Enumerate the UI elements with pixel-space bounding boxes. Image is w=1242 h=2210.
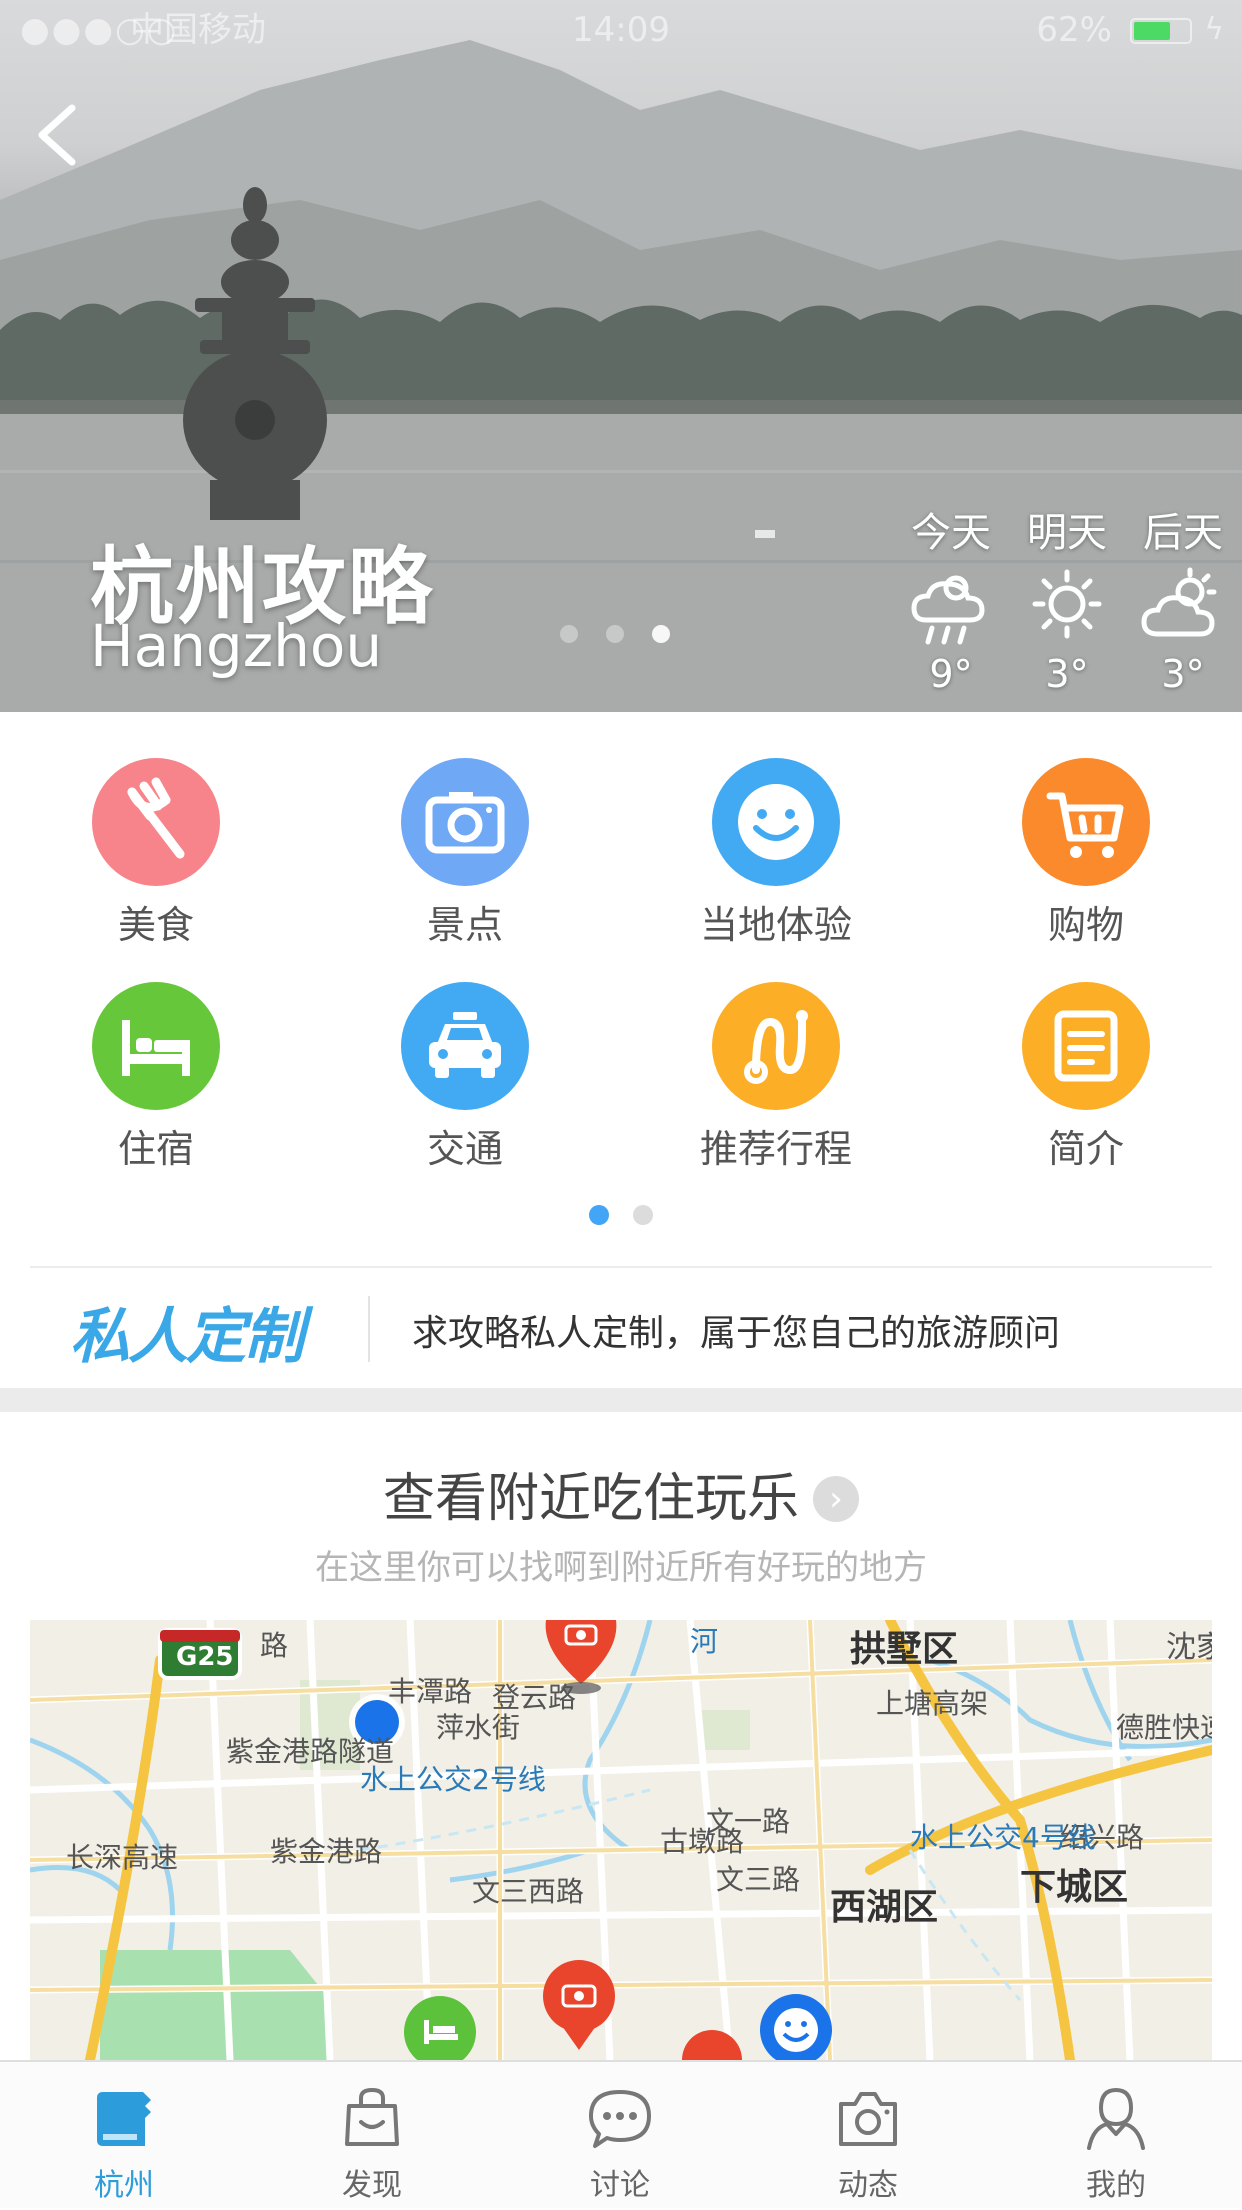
map-label-wensan: 文三路 — [716, 1863, 801, 1896]
map-label-gudun: 古墩路 — [660, 1825, 745, 1858]
camera-icon — [839, 2092, 897, 2146]
tab-label: 杭州 — [94, 2168, 154, 2203]
category-label: 当地体验 — [699, 903, 852, 947]
tab-label: 我的 — [1086, 2168, 1146, 2203]
map-label-zijingang: 紫金港路 — [270, 1835, 383, 1868]
weather-today: 今天 9° — [896, 500, 1006, 696]
nearby-map[interactable]: G25 拱墅区 沈家 德胜快速 绍兴路 下城区 西湖区 丰潭路 萍水街 登云路 … — [30, 1620, 1212, 2060]
category-lodging[interactable]: 住宿 — [36, 982, 276, 1173]
chevron-right-icon: › — [813, 1476, 859, 1522]
weather-day-after: 后天 3° — [1128, 500, 1238, 696]
map-label-desheng: 德胜快速 — [1116, 1711, 1212, 1744]
hero-banner[interactable]: ●●●○○ 中国移动 14:09 62% ϟ 杭州攻略 Hangzhou 今天 … — [0, 0, 1242, 712]
weather-temp: 3° — [1045, 652, 1089, 696]
weather-temp: 3° — [1161, 652, 1205, 696]
city-subtitle: Hangzhou — [90, 612, 383, 680]
cart-icon — [1022, 758, 1150, 886]
taxi-icon — [401, 982, 529, 1110]
private-custom-description: 求攻略私人定制，属于您自己的旅游顾问 — [412, 1313, 1061, 1354]
private-custom-banner[interactable]: 私人定制 求攻略私人定制，属于您自己的旅游顾问 — [0, 1268, 1242, 1388]
map-label-gongshu: 拱墅区 — [850, 1629, 959, 1670]
map-label-wensan-west: 文三西路 — [472, 1875, 585, 1908]
tab-discover[interactable]: 发现 — [248, 2062, 496, 2210]
category-label: 简介 — [1047, 1127, 1124, 1171]
map-label-waterbus4: 水上公交4号线 — [910, 1821, 1096, 1854]
map-label-waterbus2: 水上公交2号线 — [360, 1763, 546, 1796]
map-label-fengtan: 丰潭路 — [388, 1675, 473, 1708]
bed-icon — [92, 982, 220, 1110]
map-label-river: 河 — [690, 1625, 719, 1658]
tab-moments[interactable]: 动态 — [744, 2062, 992, 2210]
category-recommended-route[interactable]: 推荐行程 — [656, 982, 896, 1173]
category-label: 美食 — [117, 903, 194, 947]
banner-dot[interactable] — [606, 625, 624, 643]
map-label-g25: G25 — [176, 1642, 234, 1672]
charging-icon: ϟ — [1204, 12, 1224, 47]
battery-percent: 62% — [1036, 10, 1112, 50]
battery-icon — [1130, 18, 1192, 44]
status-bar: ●●●○○ 中国移动 14:09 62% ϟ — [0, 0, 1242, 60]
chat-bubble-icon — [589, 2090, 651, 2148]
back-button[interactable] — [28, 100, 88, 170]
map-label-shenjia: 沈家 — [1166, 1630, 1212, 1665]
banner-dot[interactable] — [560, 625, 578, 643]
category-page-dot-active[interactable] — [589, 1205, 609, 1225]
tab-label: 讨论 — [590, 2168, 650, 2203]
map-label-xiacheng: 下城区 — [1020, 1867, 1129, 1908]
category-label: 交通 — [426, 1127, 503, 1171]
tab-hangzhou[interactable]: 杭州 — [0, 2062, 248, 2210]
category-introduction[interactable]: 简介 — [966, 982, 1206, 1173]
tab-discussion[interactable]: 讨论 — [496, 2062, 744, 2210]
category-label: 景点 — [426, 903, 503, 947]
nearby-title[interactable]: 查看附近吃住玩乐 › — [0, 1456, 1242, 1531]
category-page-dot[interactable] — [633, 1205, 653, 1225]
category-local-experience[interactable]: 当地体验 — [656, 758, 896, 949]
chevron-left-icon — [38, 104, 76, 166]
map-label-xihu: 西湖区 — [830, 1887, 939, 1928]
rain-cloud-icon — [911, 575, 985, 645]
private-custom-logo: 私人定制 — [70, 1302, 304, 1372]
category-transport[interactable]: 交通 — [345, 982, 585, 1173]
tab-mine[interactable]: 我的 — [992, 2062, 1240, 2210]
cloudy-sun-icon — [1141, 567, 1217, 637]
tab-label: 动态 — [838, 2168, 898, 2203]
nearby-title-text: 查看附近吃住玩乐 — [382, 1469, 799, 1529]
route-icon — [712, 982, 840, 1110]
map-label-lu: 路 — [260, 1629, 289, 1662]
section-separator — [0, 1388, 1242, 1412]
weather-day-label: 后天 — [1143, 510, 1223, 556]
category-label: 推荐行程 — [699, 1127, 852, 1171]
document-icon — [1022, 982, 1150, 1110]
camera-icon — [401, 758, 529, 886]
weather-temp: 9° — [929, 652, 973, 696]
category-food[interactable]: 美食 — [36, 758, 276, 949]
smile-icon — [712, 758, 840, 886]
tab-label: 发现 — [342, 2168, 402, 2203]
fork-icon — [92, 758, 220, 886]
weather-day-label: 今天 — [911, 510, 991, 556]
category-label: 购物 — [1047, 903, 1124, 947]
weather-day-label: 明天 — [1027, 510, 1107, 556]
category-page-indicator[interactable] — [0, 1205, 1242, 1229]
weather-tomorrow: 明天 3° — [1012, 500, 1122, 696]
divider — [368, 1296, 370, 1362]
user-icon — [1087, 2088, 1145, 2150]
category-shopping[interactable]: 购物 — [966, 758, 1206, 949]
map-label-changshen: 长深高速 — [66, 1841, 179, 1874]
bottom-tab-bar: 杭州 发现 讨论 动态 我的 — [0, 2060, 1242, 2208]
map-label-dengyun: 登云路 — [492, 1681, 577, 1714]
nearby-subtitle: 在这里你可以找啊到附近所有好玩的地方 — [315, 1548, 927, 1588]
category-sights[interactable]: 景点 — [345, 758, 585, 949]
shopping-bag-icon — [345, 2088, 399, 2146]
category-label: 住宿 — [117, 1127, 194, 1171]
banner-dot-active[interactable] — [652, 625, 670, 643]
map-label-shangtang: 上塘高架 — [876, 1687, 989, 1720]
banner-page-indicator[interactable] — [560, 625, 698, 647]
guidebook-icon — [97, 2092, 151, 2146]
sun-icon — [1032, 569, 1102, 639]
